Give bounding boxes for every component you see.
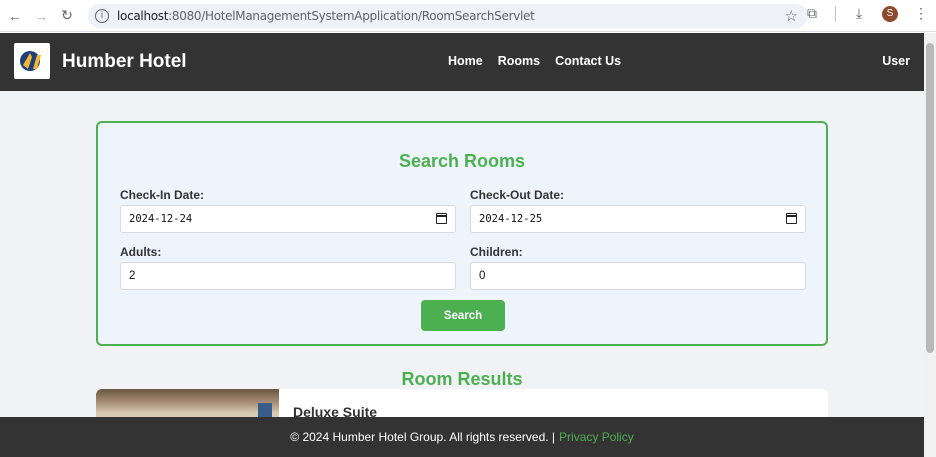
- site-footer: © 2024 Humber Hotel Group. All rights re…: [0, 417, 924, 457]
- children-input[interactable]: 0: [470, 262, 806, 290]
- hotel-logo[interactable]: [14, 43, 50, 79]
- url-path: :8080/HotelManagementSystemApplication/R…: [168, 9, 535, 23]
- page-scrollbar[interactable]: [924, 33, 936, 457]
- browser-actions: ⧉ ⤓ S ⋮: [803, 5, 930, 22]
- scrollbar-thumb[interactable]: [926, 43, 934, 353]
- calendar-icon[interactable]: [786, 213, 797, 224]
- checkout-label: Check-Out Date:: [470, 188, 565, 202]
- privacy-policy-link[interactable]: Privacy Policy: [559, 430, 634, 444]
- menu-kebab-icon[interactable]: ⋮: [912, 5, 930, 22]
- main-nav: Home Rooms Contact Us: [448, 54, 621, 68]
- children-label: Children:: [470, 245, 523, 259]
- logo-mark-icon: [20, 51, 41, 71]
- calendar-icon[interactable]: [436, 213, 447, 224]
- adults-label: Adults:: [120, 245, 162, 259]
- extensions-icon[interactable]: ⧉: [803, 5, 821, 22]
- checkin-date-input[interactable]: 2024-12-24: [120, 205, 456, 233]
- results-title: Room Results: [401, 369, 523, 389]
- site-info-icon[interactable]: i: [95, 9, 109, 23]
- url-text[interactable]: localhost:8080/HotelManagementSystemAppl…: [117, 9, 535, 23]
- user-link[interactable]: User: [882, 54, 910, 68]
- checkout-date-input[interactable]: 2024-12-25: [470, 205, 806, 233]
- adults-input[interactable]: 2: [120, 262, 456, 290]
- profile-avatar[interactable]: S: [882, 5, 898, 22]
- checkin-value: 2024-12-24: [129, 213, 193, 225]
- bookmark-star-icon[interactable]: ☆: [785, 7, 798, 25]
- browser-toolbar: ← → ↻ i localhost:8080/HotelManagementSy…: [0, 0, 936, 32]
- toolbar-divider: [835, 5, 836, 22]
- footer-copyright: © 2024 Humber Hotel Group. All rights re…: [290, 430, 556, 444]
- page-content: Humber Hotel Home Rooms Contact Us User …: [0, 33, 924, 457]
- brand-name[interactable]: Humber Hotel: [62, 51, 187, 73]
- nav-rooms[interactable]: Rooms: [498, 54, 540, 68]
- download-icon[interactable]: ⤓: [850, 5, 868, 22]
- nav-contact-us[interactable]: Contact Us: [555, 54, 621, 68]
- forward-icon[interactable]: →: [30, 5, 52, 27]
- nav-home[interactable]: Home: [448, 54, 483, 68]
- address-bar[interactable]: i localhost:8080/HotelManagementSystemAp…: [88, 4, 808, 28]
- checkin-label: Check-In Date:: [120, 188, 205, 202]
- children-value: 0: [479, 270, 486, 282]
- reload-icon[interactable]: ↻: [56, 5, 78, 27]
- url-host: localhost: [117, 9, 169, 23]
- site-header: Humber Hotel Home Rooms Contact Us User: [0, 33, 924, 91]
- search-form: Search Rooms Check-In Date: 2024-12-24 C…: [96, 121, 828, 346]
- checkout-value: 2024-12-25: [479, 213, 543, 225]
- search-button[interactable]: Search: [421, 300, 505, 331]
- back-icon[interactable]: ←: [4, 5, 26, 27]
- search-title: Search Rooms: [398, 151, 526, 171]
- adults-value: 2: [129, 270, 136, 282]
